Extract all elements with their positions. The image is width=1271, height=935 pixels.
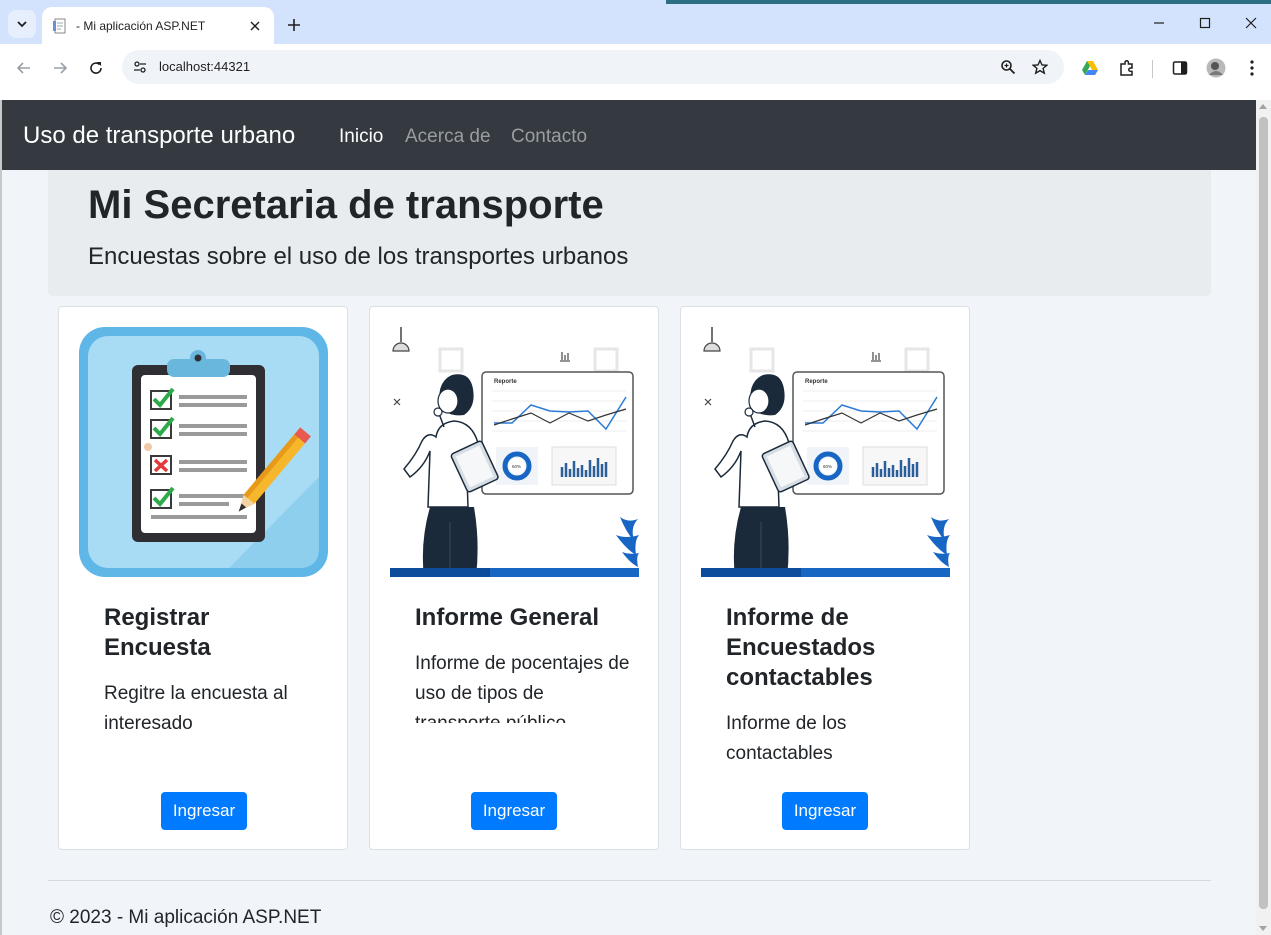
card-text: Informe de los contactables xyxy=(726,713,847,764)
new-tab-button[interactable] xyxy=(282,13,306,37)
browser-menu-icon[interactable] xyxy=(1241,57,1263,79)
reload-icon xyxy=(90,62,102,74)
page-title: Mi Secretaria de transporte xyxy=(88,183,604,227)
footer-divider xyxy=(48,880,1211,881)
back-button[interactable] xyxy=(12,56,36,80)
browser-tab-active[interactable]: - Mi aplicación ASP.NET xyxy=(42,7,274,44)
browser-tab-strip: - Mi aplicación ASP.NET xyxy=(0,0,1271,44)
donut-percent-label: 60% xyxy=(823,464,832,469)
zoom-icon[interactable] xyxy=(998,57,1018,77)
maximize-button[interactable] xyxy=(1194,12,1216,34)
extensions-puzzle-icon[interactable] xyxy=(1116,57,1138,79)
side-panel-icon[interactable] xyxy=(1169,57,1191,79)
footer-copyright: © 2023 - Mi aplicación ASP.NET xyxy=(50,907,322,928)
chevron-down-icon xyxy=(17,21,27,28)
maximize-icon xyxy=(1199,17,1211,29)
page-favicon-icon xyxy=(53,18,66,33)
report-dashboard-illustration-icon: Reporte 60% xyxy=(701,327,950,577)
clipboard-checklist-icon xyxy=(79,327,328,577)
forward-button[interactable] xyxy=(48,56,72,80)
nav-link-inicio[interactable]: Inicio xyxy=(339,126,383,148)
plus-icon xyxy=(288,19,300,31)
site-navbar: Uso de transporte urbano Inicio Acerca d… xyxy=(2,100,1256,170)
window-border xyxy=(0,100,2,935)
toolbar-separator xyxy=(1152,60,1153,78)
address-bar[interactable]: localhost:44321 xyxy=(122,50,1064,84)
scroll-down-arrow-icon[interactable] xyxy=(1259,926,1267,931)
arrow-left-icon xyxy=(16,62,30,74)
tab-close-icon[interactable] xyxy=(246,17,264,35)
profile-avatar[interactable] xyxy=(1205,57,1227,79)
ingresar-button-informe-general[interactable]: Ingresar xyxy=(471,792,557,830)
scrollbar-thumb[interactable] xyxy=(1259,117,1268,909)
bookmark-star-icon[interactable] xyxy=(1030,57,1050,77)
browser-toolbar: localhost:44321 xyxy=(0,44,1271,100)
url-text[interactable]: localhost:44321 xyxy=(159,59,250,74)
card-informe-general: Reporte 60% Informe General Informe de p… xyxy=(369,306,659,850)
arrow-right-icon xyxy=(54,62,68,74)
jumbotron: Mi Secretaria de transporte Encuestas so… xyxy=(48,170,1211,296)
donut-percent-label: 60% xyxy=(512,464,521,469)
reload-button[interactable] xyxy=(84,56,108,80)
tab-title: - Mi aplicación ASP.NET xyxy=(76,18,206,33)
card-text: Informe de pocentajes de uso de tipos de… xyxy=(415,653,630,723)
window-edge-strip xyxy=(666,0,1271,4)
nav-link-contacto[interactable]: Contacto xyxy=(511,126,587,148)
ingresar-button-contactables[interactable]: Ingresar xyxy=(782,792,868,830)
close-window-button[interactable] xyxy=(1240,12,1262,34)
google-drive-icon[interactable] xyxy=(1079,57,1101,79)
card-text: Regitre la encuesta al interesado xyxy=(104,683,288,734)
card-title: Registrar Encuesta xyxy=(104,604,211,661)
navbar-brand[interactable]: Uso de transporte urbano xyxy=(23,122,295,150)
nav-link-acerca-de[interactable]: Acerca de xyxy=(405,126,491,148)
card-title: Informe de Encuestados contactables xyxy=(726,604,876,691)
tab-search-button[interactable] xyxy=(8,10,36,38)
card-title: Informe General xyxy=(415,604,600,631)
scroll-up-arrow-icon[interactable] xyxy=(1259,104,1267,109)
minimize-icon xyxy=(1154,22,1164,24)
card-registrar-encuesta: Registrar Encuesta Regitre la encuesta a… xyxy=(58,306,348,850)
site-info-icon[interactable] xyxy=(130,57,150,77)
page-subtitle: Encuestas sobre el uso de los transporte… xyxy=(88,243,629,270)
page-scrollbar[interactable] xyxy=(1256,100,1271,935)
report-panel-title: Reporte xyxy=(805,379,828,385)
page-viewport: Uso de transporte urbano Inicio Acerca d… xyxy=(0,100,1271,935)
ingresar-button-registrar[interactable]: Ingresar xyxy=(161,792,247,830)
minimize-button[interactable] xyxy=(1148,12,1170,34)
close-icon xyxy=(1245,17,1257,29)
report-panel-title: Reporte xyxy=(494,379,517,385)
report-dashboard-illustration-icon: Reporte 60% xyxy=(390,327,639,577)
card-informe-contactables: Reporte 60% Informe de Encuestados conta… xyxy=(680,306,970,850)
